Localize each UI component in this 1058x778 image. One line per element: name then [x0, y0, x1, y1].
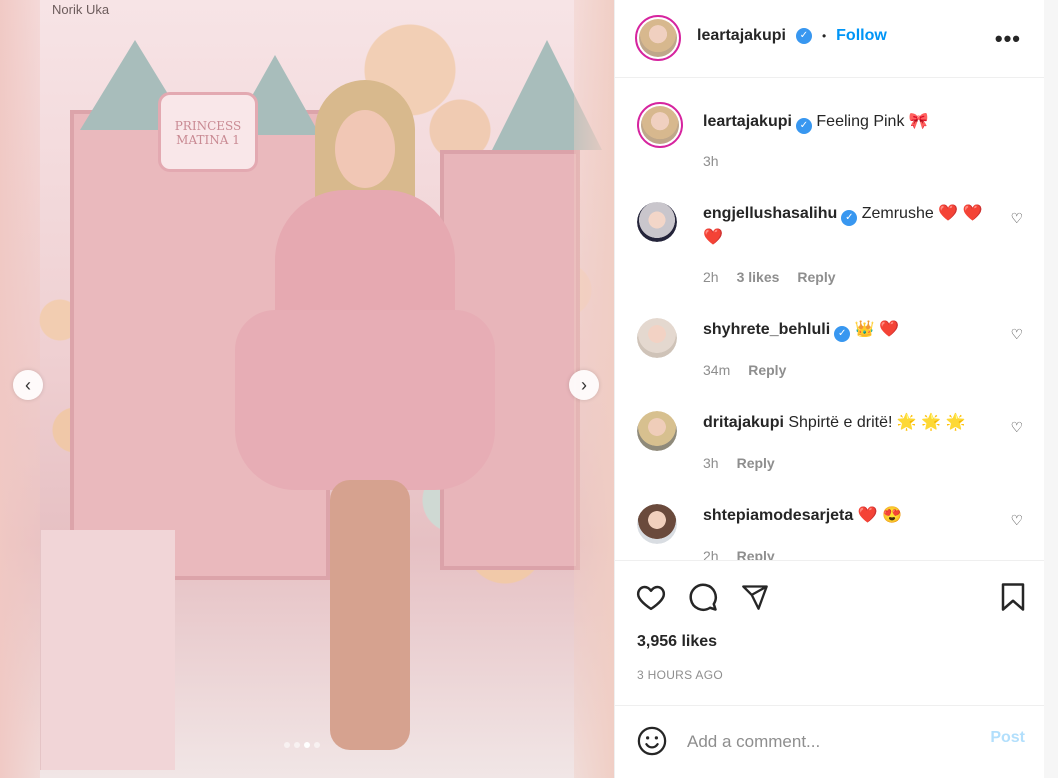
post-header: leartajakupi ✓ • Follow •••: [615, 0, 1045, 78]
caption-text-row: leartajakupi ✓ Feeling Pink 🎀: [703, 110, 1003, 134]
caption-username[interactable]: leartajakupi: [703, 113, 792, 130]
chevron-left-icon: ‹: [25, 374, 31, 395]
send-icon: [742, 585, 768, 610]
caption-text: Feeling Pink 🎀: [816, 113, 929, 130]
post-media[interactable]: PRINCESS MATINA 1 Norik Uka ‹ ›: [0, 0, 614, 778]
comment-button[interactable]: [687, 581, 719, 613]
comment-text: Shpirtë e dritë! 🌟 🌟 🌟: [788, 414, 966, 431]
verified-badge-icon: ✓: [834, 326, 851, 342]
comment-likes[interactable]: 3 likes: [737, 269, 780, 285]
comment-text-row: engjellushasalihu ✓ Zemrushe ❤️ ❤️ ❤️: [703, 202, 1003, 250]
photographer-watermark: Norik Uka: [52, 2, 110, 17]
commenter-username[interactable]: dritajakupi: [703, 414, 784, 431]
commenter-username[interactable]: engjellushasalihu: [703, 205, 837, 222]
author-username[interactable]: leartajakupi: [697, 27, 786, 45]
post-comment-button[interactable]: Post: [990, 729, 1025, 747]
likes-count[interactable]: 3,956 likes: [637, 633, 717, 651]
comment-time[interactable]: 2h: [703, 548, 719, 560]
reply-button[interactable]: Reply: [748, 362, 786, 378]
like-comment-heart-icon[interactable]: ♡: [1010, 419, 1023, 436]
dessert-table: [40, 530, 175, 770]
comment-text-row: dritajakupi Shpirtë e dritë! 🌟 🌟 🌟: [703, 411, 1003, 435]
commenter-avatar[interactable]: [637, 504, 677, 544]
commenter-avatar[interactable]: [637, 202, 677, 242]
comment-icon: [689, 583, 717, 611]
heart-icon: [636, 585, 666, 611]
verified-badge-icon: ✓: [795, 118, 812, 134]
comments-section[interactable]: leartajakupi ✓ Feeling Pink 🎀 3h engjellu…: [615, 78, 1045, 561]
comment-time[interactable]: 34m: [703, 362, 730, 378]
caption: leartajakupi ✓ Feeling Pink 🎀 3h: [637, 102, 1027, 172]
caption-avatar[interactable]: [637, 102, 683, 148]
comment-item: engjellushasalihu ✓ Zemrushe ❤️ ❤️ ❤️ 2h …: [637, 200, 1027, 290]
carousel-dot: [294, 742, 300, 748]
like-comment-heart-icon[interactable]: ♡: [1010, 512, 1023, 529]
comment-time[interactable]: 3h: [703, 455, 719, 471]
share-button[interactable]: [739, 581, 771, 613]
emoji-button[interactable]: [637, 726, 667, 756]
carousel-dot-active: [304, 742, 310, 748]
comment-input[interactable]: [687, 724, 977, 760]
comment-time[interactable]: 2h: [703, 269, 719, 285]
reply-button[interactable]: Reply: [737, 455, 775, 471]
commenter-username[interactable]: shyhrete_behluli: [703, 321, 830, 338]
more-options-icon[interactable]: •••: [995, 26, 1021, 52]
comment-item: shyhrete_behluli ✓ 👑 ❤️ 34m Reply ♡: [637, 316, 1027, 386]
smiley-icon: [637, 726, 667, 756]
chevron-right-icon: ›: [581, 374, 587, 395]
like-comment-heart-icon[interactable]: ♡: [1010, 210, 1023, 227]
comment-text-row: shtepiamodesarjeta ❤️ 😍: [703, 504, 1003, 528]
save-button[interactable]: [997, 581, 1029, 613]
caption-time[interactable]: 3h: [703, 153, 719, 169]
dress-skirt: [235, 310, 495, 490]
add-comment-bar: Post: [615, 706, 1045, 778]
caption-meta: 3h: [703, 153, 719, 169]
follow-button[interactable]: Follow: [836, 27, 887, 45]
face: [335, 110, 395, 188]
legs: [330, 480, 410, 750]
verified-badge-icon: ✓: [795, 28, 812, 44]
bookmark-icon: [1001, 583, 1025, 611]
comment-meta: 3h Reply: [703, 455, 775, 471]
separator-dot: •: [821, 29, 827, 43]
verified-badge-icon: ✓: [841, 210, 858, 226]
comment-item: shtepiamodesarjeta ❤️ 😍 2h Reply ♡: [637, 502, 1027, 560]
post-actions: 3,956 likes 3 HOURS AGO: [615, 561, 1045, 706]
person-figure: [235, 80, 495, 760]
reply-button[interactable]: Reply: [737, 548, 775, 560]
carousel-indicator: [284, 742, 320, 748]
commenter-avatar[interactable]: [637, 411, 677, 451]
carousel-dot: [314, 742, 320, 748]
carousel-dot: [284, 742, 290, 748]
next-image-button[interactable]: ›: [569, 370, 599, 400]
post-sidebar: leartajakupi ✓ • Follow ••• leartajakupi…: [614, 0, 1045, 778]
instagram-post: PRINCESS MATINA 1 Norik Uka ‹ › leartaja…: [0, 0, 1058, 778]
like-comment-heart-icon[interactable]: ♡: [1010, 326, 1023, 343]
reply-button[interactable]: Reply: [797, 269, 835, 285]
page-edge: [1044, 0, 1058, 778]
comment-meta: 2h Reply: [703, 548, 775, 560]
like-button[interactable]: [635, 581, 667, 613]
header-user-row: leartajakupi ✓ • Follow: [697, 27, 887, 45]
commenter-avatar[interactable]: [637, 318, 677, 358]
comment-meta: 34m Reply: [703, 362, 786, 378]
post-timestamp[interactable]: 3 HOURS AGO: [637, 668, 723, 682]
comment-item: dritajakupi Shpirtë e dritë! 🌟 🌟 🌟 3h Re…: [637, 409, 1027, 479]
comment-text-row: shyhrete_behluli ✓ 👑 ❤️: [703, 318, 1003, 342]
commenter-username[interactable]: shtepiamodesarjeta: [703, 507, 853, 524]
previous-image-button[interactable]: ‹: [13, 370, 43, 400]
comment-text: ❤️ 😍: [857, 507, 903, 524]
comment-text: 👑 ❤️: [854, 321, 899, 338]
author-avatar[interactable]: [635, 15, 681, 61]
comment-meta: 2h 3 likes Reply: [703, 269, 836, 285]
